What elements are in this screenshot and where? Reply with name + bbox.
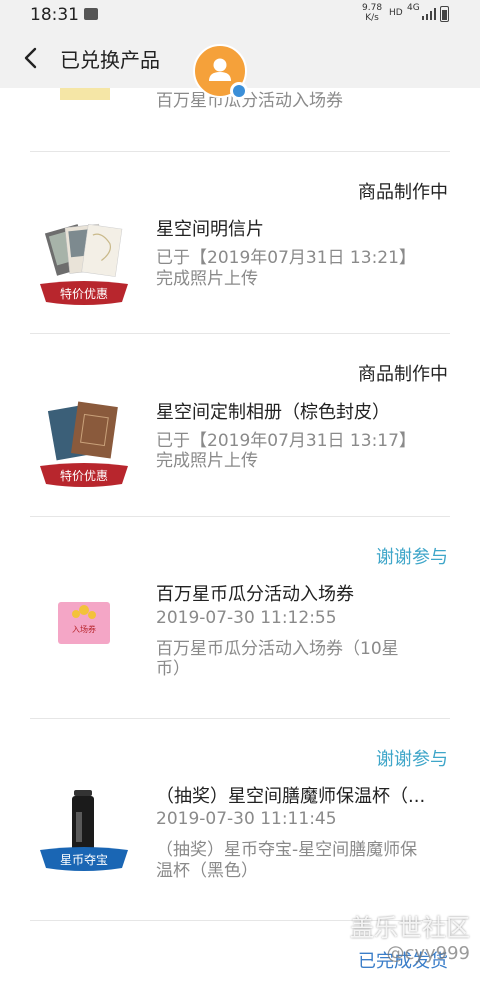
signal-icon [422,8,436,20]
item-line-2: 币） [156,659,190,679]
ticket-thumbnail [60,88,110,100]
item-date: 2019-07-30 11:12:55 [156,608,337,628]
item-line-1: 百万星币瓜分活动入场券（10星 [156,639,399,659]
watermark: 盖乐世社区 @cyy999 [350,908,470,964]
ticket-thumbnail: 入场券 [58,602,110,644]
status-bar: 18:31 9.78 K/s HD 4G [0,0,480,30]
network-speed-value: 9.78 [362,3,383,13]
divider [30,516,450,517]
page-title: 已兑换产品 [60,48,160,72]
item-line-2: 完成照片上传 [156,451,258,471]
item-line-2: 完成照片上传 [156,269,258,289]
network-type: 4G [407,3,420,13]
network-speed: 9.78 K/s [362,3,382,23]
badge-text: 特价优惠 [60,286,108,301]
hd-indicator: HD [389,8,403,18]
item-line-2: 温杯（黑色） [156,861,258,881]
item-date: 2019-07-30 11:11:45 [156,809,337,829]
item-title: 百万星币瓜分活动入场券 [156,584,354,605]
divider [30,151,450,152]
status-time: 18:31 [30,5,79,25]
badge-text: 特价优惠 [60,468,108,483]
back-arrow-icon[interactable] [18,44,46,72]
album-thumbnail: 特价优惠 [40,401,128,487]
chat-badge-icon[interactable] [230,82,248,100]
network-speed-unit: K/s [365,13,379,23]
status-label: 商品制作中 [358,182,448,203]
status-label: 谢谢参与 [376,749,448,770]
item-title: 星空间定制相册（棕色封皮） [156,402,390,423]
watermark-title: 盖乐世社区 [350,914,470,942]
item-desc: 百万星币瓜分活动入场券 [156,91,343,111]
item-title: 星空间明信片 [156,219,264,240]
battery-icon [440,6,449,22]
message-icon [84,8,98,20]
item-title: （抽奖）星空间膳魔师保温杯（... [156,786,426,807]
status-label: 谢谢参与 [376,547,448,568]
badge-text: 星币夺宝 [60,853,108,867]
postcard-thumbnail: 特价优惠 [40,223,128,305]
divider [30,333,450,334]
thermos-thumbnail: 星币夺宝 [40,790,128,871]
ticket-text: 入场券 [72,624,96,634]
watermark-handle: @cyy999 [386,943,470,964]
divider [30,718,450,719]
status-label: 商品制作中 [358,364,448,385]
